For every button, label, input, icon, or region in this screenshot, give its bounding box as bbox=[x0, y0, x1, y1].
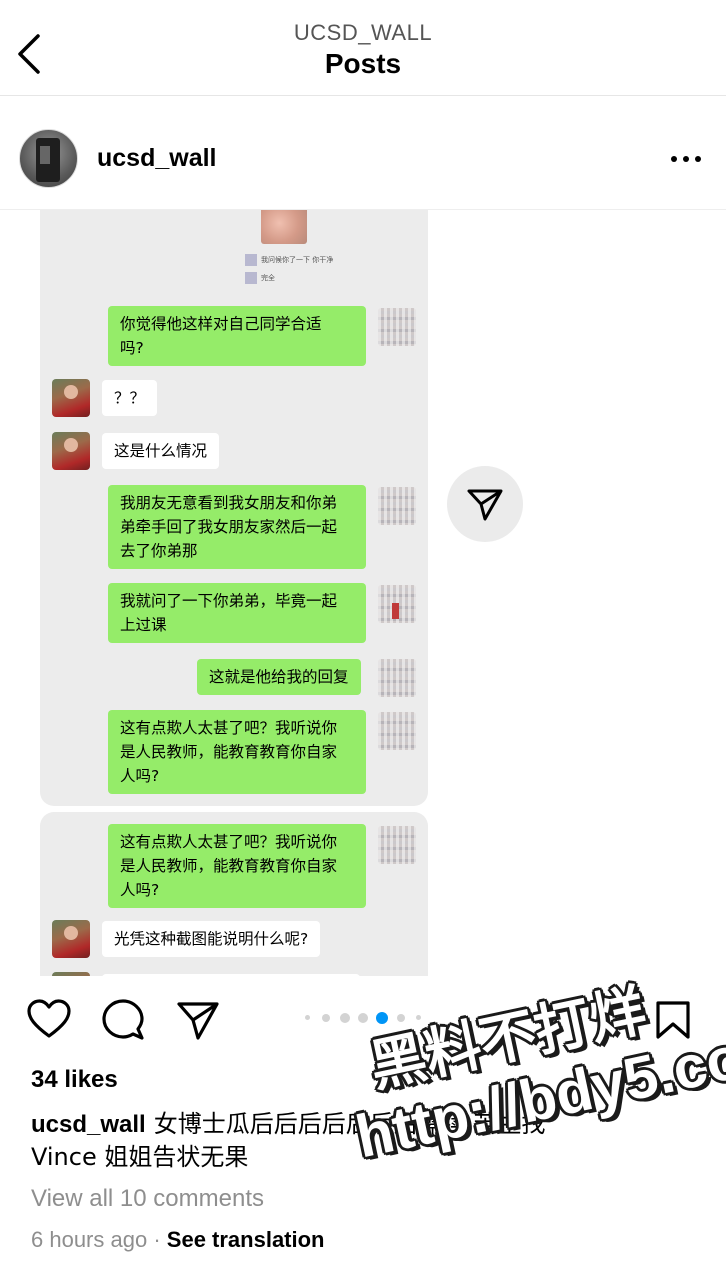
view-comments-link[interactable]: View all 10 comments bbox=[31, 1185, 264, 1213]
heart-icon[interactable] bbox=[26, 998, 72, 1045]
carousel-dot bbox=[305, 1015, 310, 1020]
pixelated-avatar bbox=[378, 308, 416, 346]
more-icon[interactable] bbox=[666, 148, 706, 168]
chat-mini-text: 完全 bbox=[245, 272, 275, 284]
bookmark-icon[interactable] bbox=[655, 1000, 691, 1045]
avatar[interactable] bbox=[19, 129, 78, 188]
chat-bubble-sent: 你觉得他这样对自己同学合适 吗? bbox=[108, 306, 366, 366]
carousel-dot bbox=[397, 1014, 405, 1022]
pixelated-avatar bbox=[378, 585, 416, 623]
carousel-indicator bbox=[305, 1012, 425, 1024]
chat-screenshot: 我问候你了一下 你干净 完全 你觉得他这样对自己同学合适 吗? ？？ 这是什么情况… bbox=[40, 210, 428, 806]
contact-avatar bbox=[52, 379, 90, 417]
pixelated-avatar bbox=[378, 659, 416, 697]
chat-photo-thumbnail bbox=[261, 210, 307, 244]
chat-mini-text: 我问候你了一下 你干净 bbox=[245, 254, 333, 266]
carousel-dot bbox=[358, 1013, 368, 1023]
contact-avatar bbox=[52, 432, 90, 470]
carousel-dot-active bbox=[376, 1012, 388, 1024]
top-bar: UCSD_WALL Posts bbox=[0, 0, 726, 96]
carousel-dot bbox=[340, 1013, 350, 1023]
contact-avatar bbox=[52, 920, 90, 958]
chat-bubble-received: 光凭这种截图能说明什么呢? bbox=[102, 921, 321, 957]
chat-bubble-sent: 我朋友无意看到我女朋友和你弟 弟牵手回了我女朋友家然后一起 去了你弟那 bbox=[108, 485, 366, 569]
comment-icon[interactable] bbox=[101, 998, 145, 1047]
chat-bubble-sent: 这有点欺人太甚了吧？我听说你 是人民教师，能教育教育你自家 人吗? bbox=[108, 824, 366, 908]
see-translation-link[interactable]: See translation bbox=[167, 1227, 325, 1252]
chat-bubble-received: ？？ bbox=[102, 380, 158, 416]
carousel-dot bbox=[416, 1015, 421, 1020]
share-icon[interactable] bbox=[447, 466, 523, 542]
chat-screenshot-2: 这有点欺人太甚了吧？我听说你 是人民教师，能教育教育你自家 人吗? 光凭这种截图能说… bbox=[40, 812, 428, 976]
pixelated-avatar bbox=[378, 487, 416, 525]
pixelated-avatar bbox=[378, 712, 416, 750]
meta-separator: · bbox=[153, 1227, 161, 1252]
chat-bubble-sent: 这有点欺人太甚了吧？我听说你 是人民教师，能教育教育你自家 人吗? bbox=[108, 710, 366, 794]
chat-bubble-received: 这是什么情况 bbox=[102, 433, 220, 469]
account-name: UCSD_WALL bbox=[293, 20, 433, 45]
pixelated-avatar bbox=[378, 826, 416, 864]
page-title: Posts bbox=[324, 48, 402, 79]
send-icon[interactable] bbox=[176, 1000, 220, 1047]
chat-bubble-sent: 这就是他给我的回复 bbox=[197, 659, 361, 695]
likes-count[interactable]: 34 likes bbox=[31, 1066, 118, 1094]
post-caption: ucsd_wall 女博士瓜后后后后后后后需续 苦主找 Vince 姐姐告状无果 bbox=[31, 1108, 551, 1174]
post-time: 6 hours ago bbox=[31, 1227, 148, 1252]
post-image[interactable]: 我问候你了一下 你干净 完全 你觉得他这样对自己同学合适 吗? ？？ 这是什么情况… bbox=[0, 210, 726, 976]
post-header: ucsd_wall bbox=[0, 96, 726, 210]
chat-bubble-sent: 我就问了一下你弟弟，毕竟一起 上过课 bbox=[108, 583, 366, 643]
post-meta: 6 hours ago · See translation bbox=[31, 1227, 325, 1253]
post-username[interactable]: ucsd_wall bbox=[97, 144, 217, 173]
carousel-dot bbox=[322, 1014, 330, 1022]
caption-username[interactable]: ucsd_wall bbox=[31, 1111, 146, 1138]
